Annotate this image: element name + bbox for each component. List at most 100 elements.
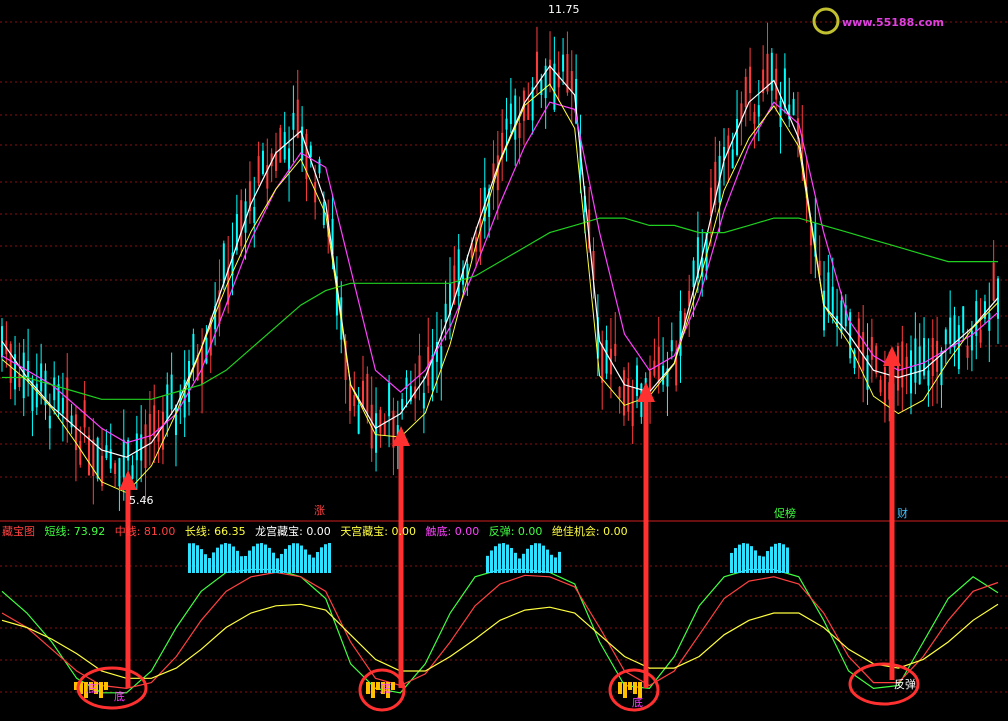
- candle-body-16: [70, 415, 73, 428]
- candle-body-141: [614, 343, 617, 356]
- candle-body-22: [96, 437, 99, 479]
- candle-body-35: [153, 405, 156, 436]
- stock-chart: www.55188.com 11.75 5.46 涨 促榜 财 藏宝图 短线: …: [0, 3, 1008, 712]
- hist-bar-49: [538, 543, 541, 573]
- candle-body-4: [18, 374, 21, 388]
- hist-bar-61: [754, 550, 757, 573]
- candle-body-86: [375, 413, 378, 453]
- candle-body-58: [253, 206, 256, 223]
- candle-body-82: [357, 404, 360, 434]
- candle-body-138: [601, 343, 604, 383]
- candle-body-37: [161, 411, 164, 450]
- candle-body-131: [570, 71, 573, 92]
- candle-body-31: [135, 433, 138, 461]
- candle-body-182: [792, 98, 795, 116]
- arrow-head-0: [119, 470, 137, 490]
- signal-mark-15: [628, 682, 632, 690]
- watermark: www.55188.com: [842, 16, 944, 29]
- signal-marks: [74, 682, 642, 698]
- candle-body-202: [879, 379, 882, 393]
- field-6-value: 0.00: [518, 525, 543, 538]
- field-1-label: 中线:: [115, 524, 144, 538]
- hist-bar-38: [494, 546, 497, 573]
- hist-bar-68: [782, 544, 785, 573]
- candle-body-123: [535, 51, 538, 83]
- hist-bar-33: [320, 547, 323, 573]
- field-6-label: 反弹:: [489, 524, 518, 538]
- candle-body-189: [823, 290, 826, 331]
- event-marker-cai: 财: [897, 506, 908, 520]
- hist-bar-22: [276, 558, 279, 573]
- field-2-label: 长线:: [185, 524, 214, 538]
- candle-body-39: [170, 374, 173, 410]
- candle-body-110: [479, 219, 482, 252]
- hist-bar-27: [296, 543, 299, 573]
- hist-bar-51: [546, 549, 549, 573]
- indicator-name: 藏宝图: [2, 524, 35, 538]
- candle-body-191: [831, 286, 834, 316]
- low-price-label: 5.46: [129, 494, 154, 507]
- candle-body-209: [910, 350, 913, 394]
- candle-body-74: [322, 202, 325, 226]
- candle-body-117: [509, 103, 512, 125]
- hist-bar-43: [514, 552, 517, 573]
- hist-bar-44: [518, 558, 521, 573]
- ma-line-1: [1, 101, 999, 444]
- candle-body-97: [422, 392, 425, 409]
- candle-body-129: [562, 54, 565, 72]
- candle-body-173: [753, 111, 756, 124]
- field-0-label: 短线:: [45, 524, 74, 538]
- candle-body-44: [192, 333, 195, 366]
- field-7-value: 0.00: [603, 525, 628, 538]
- candle-body-156: [679, 310, 682, 356]
- hist-bar-10: [228, 543, 231, 573]
- hist-bar-50: [542, 545, 545, 573]
- candle-body-89: [388, 382, 391, 417]
- candle-body-217: [944, 329, 947, 345]
- hist-bar-63: [762, 556, 765, 573]
- hist-bar-32: [316, 551, 319, 573]
- candle-body-102: [444, 303, 447, 323]
- hist-bar-34: [324, 544, 327, 573]
- candle-body-80: [348, 383, 351, 411]
- candle-body-143: [622, 370, 625, 416]
- signal-label-2: 底: [380, 681, 391, 695]
- candle-body-8: [35, 383, 38, 408]
- signal-label-3: 底: [632, 695, 643, 709]
- signal-label-0: 底: [86, 681, 97, 695]
- field-7-label: 绝佳机会:: [552, 524, 603, 538]
- signal-mark-8: [371, 682, 375, 698]
- candle-body-55: [240, 200, 243, 246]
- signal-mark-7: [366, 682, 370, 694]
- candle-body-17: [74, 414, 77, 451]
- candle-body-66: [288, 148, 291, 171]
- hist-bar-4: [204, 554, 207, 573]
- hist-bar-16: [252, 546, 255, 573]
- candle-body-142: [618, 386, 621, 399]
- hist-bar-24: [284, 548, 287, 573]
- candle-body-14: [61, 397, 64, 414]
- candle-body-11: [48, 415, 51, 429]
- hist-bar-3: [200, 549, 203, 573]
- candle-body-87: [379, 409, 382, 434]
- candle-body-9: [40, 363, 43, 392]
- hist-bar-40: [502, 543, 505, 573]
- candle-body-227: [988, 313, 991, 331]
- logo-icon: [812, 7, 840, 35]
- candle-body-68: [296, 99, 299, 138]
- candle-body-149: [649, 371, 652, 392]
- hist-bar-17: [256, 543, 259, 573]
- hist-bar-11: [232, 546, 235, 573]
- candle-body-210: [914, 338, 917, 383]
- candle-body-144: [627, 378, 630, 412]
- hist-bar-25: [288, 545, 291, 573]
- candle-body-64: [279, 127, 282, 163]
- annotations: [76, 7, 920, 712]
- candle-body-225: [979, 329, 982, 343]
- field-1-value: 81.00: [144, 525, 176, 538]
- candle-body-5: [22, 352, 25, 399]
- candle-body-179: [779, 100, 782, 127]
- hist-bar-65: [770, 546, 773, 573]
- event-marker-cubang: 促榜: [774, 506, 796, 520]
- candle-body-180: [783, 68, 786, 109]
